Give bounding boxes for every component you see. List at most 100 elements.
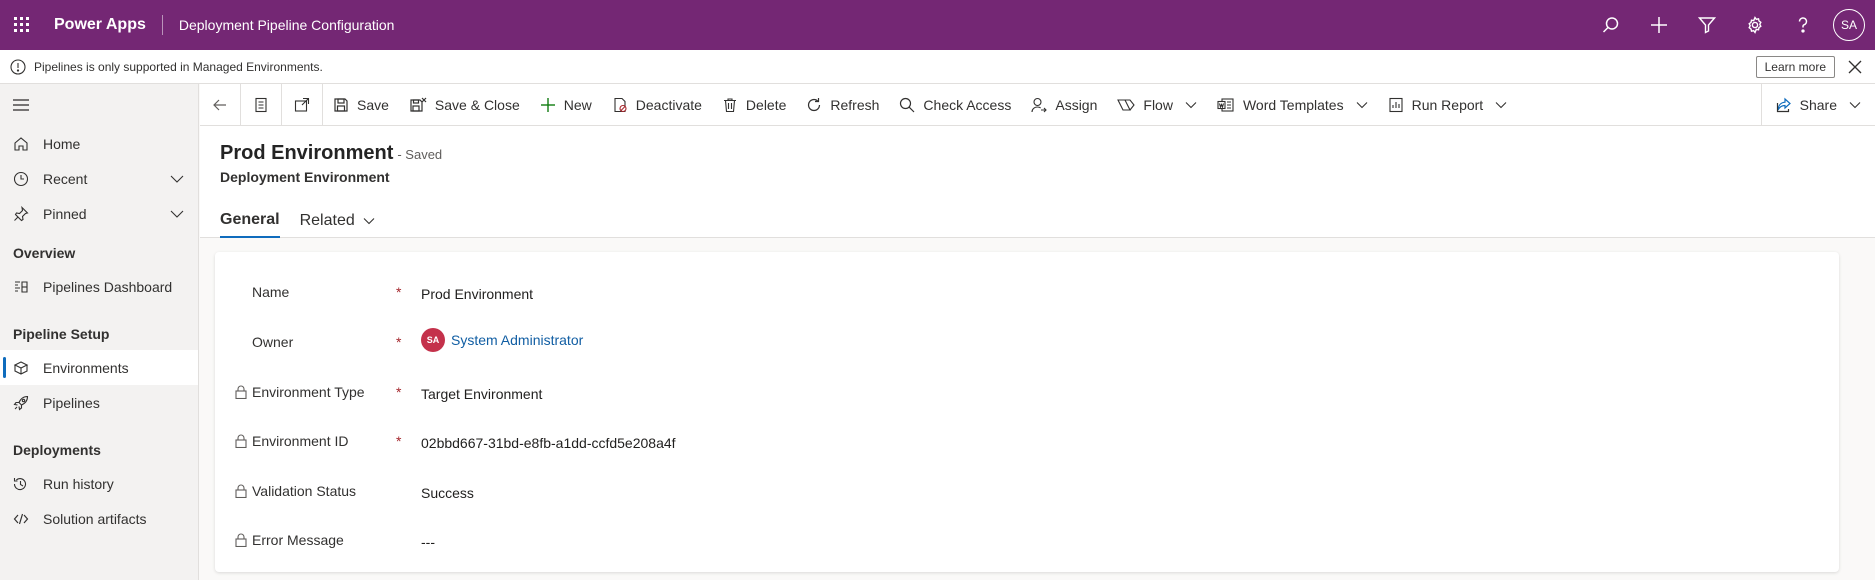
delete-button[interactable]: Delete [712, 84, 796, 126]
field-owner: Owner * SA System Administrator [215, 319, 1839, 368]
save-status: - Saved [397, 147, 443, 162]
filter-icon[interactable] [1683, 0, 1731, 50]
refresh-button[interactable]: Refresh [796, 84, 889, 126]
back-button[interactable] [200, 83, 241, 126]
assign-button[interactable]: Assign [1021, 84, 1107, 126]
search-icon[interactable] [1587, 0, 1635, 50]
sidebar-item-solution-artifacts[interactable]: Solution artifacts [0, 501, 198, 536]
sidebar-item-recent[interactable]: Recent [0, 161, 198, 196]
sidebar: Home Recent Pinned Overview Pipelines Da… [0, 84, 199, 580]
error-message-value: --- [421, 534, 435, 550]
deactivate-label: Deactivate [635, 96, 702, 113]
document-icon [255, 97, 267, 112]
help-icon[interactable] [1779, 0, 1827, 50]
code-icon [13, 513, 29, 524]
sidebar-item-pipelines[interactable]: Pipelines [0, 385, 198, 420]
required-marker: * [396, 433, 402, 449]
share-icon [1776, 97, 1791, 112]
assign-label: Assign [1055, 96, 1098, 113]
search-icon [900, 97, 915, 112]
app-name[interactable]: Power Apps [54, 16, 146, 34]
required-marker: * [396, 334, 402, 350]
name-input[interactable]: Prod Environment [421, 286, 533, 302]
chevron-down-icon [1185, 101, 1197, 108]
field-label: Owner [252, 334, 294, 350]
check-access-button[interactable]: Check Access [889, 84, 1021, 126]
save-button[interactable]: Save [323, 84, 399, 126]
field-error-message: Error Message --- [215, 517, 1839, 566]
learn-more-button[interactable]: Learn more [1755, 55, 1835, 78]
rocket-icon [13, 395, 29, 410]
sidebar-item-label: Pinned [43, 205, 87, 222]
sidebar-item-pinned[interactable]: Pinned [0, 196, 198, 231]
arrow-left-icon [213, 99, 226, 110]
lock-icon [235, 484, 247, 498]
chevron-down-icon [363, 218, 375, 225]
required-marker: * [396, 384, 402, 400]
home-icon [14, 136, 28, 151]
deactivate-button[interactable]: Deactivate [602, 84, 712, 126]
flow-button[interactable]: Flow [1107, 84, 1207, 126]
page-title: Deployment Pipeline Configuration [178, 17, 395, 33]
chevron-down-icon [1849, 101, 1861, 108]
lock-icon [235, 434, 247, 448]
sidebar-item-label: Pipelines [43, 394, 100, 411]
tab-related[interactable]: Related [300, 204, 375, 238]
save-and-close-label: Save & Close [434, 96, 520, 113]
flow-icon [1117, 98, 1136, 111]
field-environment-id: Environment ID * 02bbd667-31bd-e8fb-a1dd… [215, 418, 1839, 467]
sidebar-item-label: Recent [43, 170, 88, 187]
close-icon[interactable] [1847, 59, 1863, 75]
field-label: Error Message [252, 532, 344, 548]
tab-general[interactable]: General [220, 204, 280, 238]
info-icon [10, 58, 26, 75]
check-access-label: Check Access [923, 96, 1012, 113]
word-templates-label: Word Templates [1242, 96, 1344, 113]
sidebar-item-pipelines-dashboard[interactable]: Pipelines Dashboard [0, 269, 198, 304]
share-button[interactable]: Share [1760, 83, 1875, 126]
word-templates-button[interactable]: Word Templates [1207, 84, 1378, 126]
open-new-window-button[interactable] [282, 83, 323, 126]
save-and-close-button[interactable]: Save & Close [399, 84, 530, 126]
notification-bar: Pipelines is only supported in Managed E… [0, 50, 1875, 84]
field-environment-type: Environment Type * Target Environment [215, 369, 1839, 418]
tab-label: General [220, 211, 280, 228]
sidebar-item-label: Solution artifacts [43, 510, 147, 527]
sidebar-item-label: Home [43, 135, 81, 152]
header-divider [161, 15, 163, 35]
app-header: Power Apps Deployment Pipeline Configura… [0, 0, 1875, 50]
sidebar-item-environments[interactable]: Environments [0, 350, 198, 385]
general-section: Name * Prod Environment Owner * SA Syste… [215, 252, 1839, 572]
hamburger-menu-icon[interactable] [0, 84, 198, 126]
lock-icon [235, 385, 247, 399]
chevron-down-icon[interactable] [170, 172, 184, 186]
notification-text: Pipelines is only supported in Managed E… [34, 59, 323, 74]
owner-avatar: SA [421, 328, 445, 352]
tab-label: Related [299, 212, 355, 229]
sidebar-group-pipeline-setup: Pipeline Setup [13, 326, 110, 342]
record-name: Prod Environment [220, 142, 394, 164]
sidebar-item-run-history[interactable]: Run history [0, 466, 198, 501]
gear-icon[interactable] [1731, 0, 1779, 50]
deactivate-icon [614, 97, 627, 112]
plus-icon[interactable] [1635, 0, 1683, 50]
new-button[interactable]: New [530, 84, 602, 126]
assign-user-icon [1031, 97, 1048, 112]
owner-link[interactable]: System Administrator [451, 332, 583, 348]
sidebar-item-label: Run history [43, 475, 114, 492]
chevron-down-icon [1356, 101, 1367, 108]
run-report-button[interactable]: Run Report [1378, 84, 1518, 126]
record-title: Prod Environment - Saved [220, 142, 442, 165]
chevron-down-icon[interactable] [170, 207, 184, 221]
popout-icon [294, 97, 310, 112]
new-label: New [563, 96, 592, 113]
history-icon [13, 477, 27, 490]
app-launcher-icon[interactable] [0, 0, 44, 50]
form-view-button[interactable] [241, 83, 282, 126]
user-avatar[interactable]: SA [1833, 9, 1865, 41]
sidebar-item-home[interactable]: Home [0, 126, 198, 161]
environment-id-value: 02bbd667-31bd-e8fb-a1dd-ccfd5e208a4f [421, 435, 676, 451]
sidebar-item-label: Environments [43, 359, 129, 376]
plus-icon [540, 97, 555, 112]
validation-status-value: Success [421, 485, 474, 501]
